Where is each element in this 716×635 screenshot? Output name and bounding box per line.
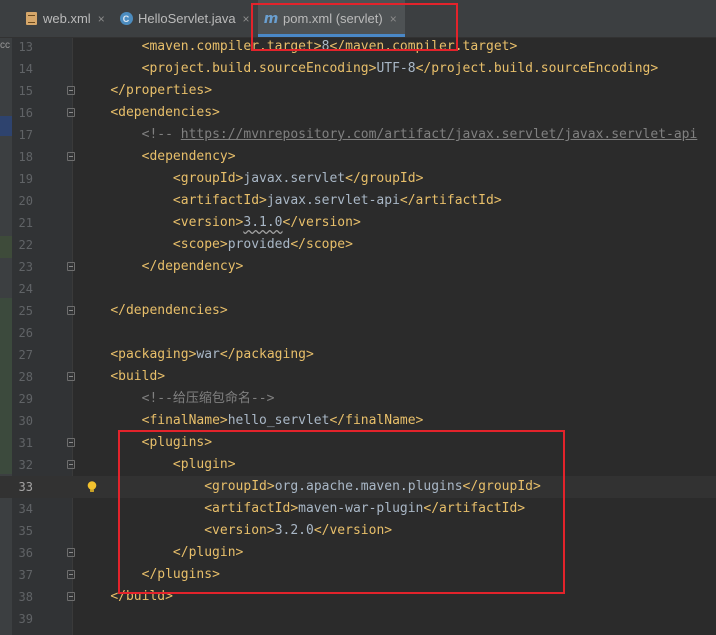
code-line[interactable]: 23 </dependency> [0, 256, 716, 278]
line-number: 37 [18, 568, 33, 582]
line-number: 33 [18, 480, 33, 494]
line-number: 18 [18, 150, 33, 164]
code-line[interactable]: 25 </dependencies> [0, 300, 716, 322]
code-text: <scope>provided</scope> [172, 237, 353, 252]
code-text: <!--给压缩包命名--> [141, 391, 275, 406]
code-line[interactable]: 26 [0, 322, 716, 344]
line-number: 27 [18, 348, 33, 362]
code-line[interactable]: 39 [0, 608, 716, 630]
fold-marker-icon[interactable] [67, 548, 75, 557]
annotation-box-tab [251, 3, 458, 51]
code-text: <groupId>javax.servlet</groupId> [172, 171, 424, 186]
line-number: 14 [18, 62, 33, 76]
code-text: <version>3.1.0</version> [172, 215, 361, 230]
code-text: </dependencies> [110, 303, 228, 318]
code-line[interactable]: 20 <artifactId>javax.servlet-api</artifa… [0, 190, 716, 212]
code-line[interactable]: 16 <dependencies> [0, 102, 716, 124]
code-text: </properties> [110, 83, 213, 98]
code-text: </dependency> [141, 259, 244, 274]
line-number: 23 [18, 260, 33, 274]
code-line[interactable]: 17 <!-- https://mvnrepository.com/artifa… [0, 124, 716, 146]
java-class-icon: C [119, 12, 133, 26]
line-number: 20 [18, 194, 33, 208]
tab-label: HelloServlet.java [138, 11, 236, 26]
code-line[interactable]: 22 <scope>provided</scope> [0, 234, 716, 256]
code-text: <!-- https://mvnrepository.com/artifact/… [141, 127, 698, 142]
code-text: <finalName>hello_servlet</finalName> [141, 413, 424, 428]
fold-marker-icon[interactable] [67, 262, 75, 271]
code-line[interactable]: 18 <dependency> [0, 146, 716, 168]
fold-marker-icon[interactable] [67, 438, 75, 447]
code-text: <packaging>war</packaging> [110, 347, 314, 362]
annotation-box-plugins [118, 430, 565, 594]
tab-helloservlet-java[interactable]: C HelloServlet.java × [119, 0, 250, 37]
close-tab-icon[interactable]: × [243, 12, 250, 26]
code-line[interactable]: 14 <project.build.sourceEncoding>UTF-8</… [0, 58, 716, 80]
code-line[interactable]: 15 </properties> [0, 80, 716, 102]
code-line[interactable]: 29 <!--给压缩包命名--> [0, 388, 716, 410]
line-number: 26 [18, 326, 33, 340]
line-number: 32 [18, 458, 33, 472]
fold-marker-icon[interactable] [67, 460, 75, 469]
code-text: <project.build.sourceEncoding>UTF-8</pro… [141, 61, 659, 76]
code-line[interactable]: 19 <groupId>javax.servlet</groupId> [0, 168, 716, 190]
tab-web-xml[interactable]: web.xml × [24, 0, 105, 37]
line-number: 39 [18, 612, 33, 626]
fold-marker-icon[interactable] [67, 306, 75, 315]
line-number: 30 [18, 414, 33, 428]
line-number: 25 [18, 304, 33, 318]
code-text: <dependencies> [110, 105, 220, 120]
line-number: 29 [18, 392, 33, 406]
code-line[interactable]: 28 <build> [0, 366, 716, 388]
line-number: 16 [18, 106, 33, 120]
code-line[interactable]: 21 <version>3.1.0</version> [0, 212, 716, 234]
code-line[interactable]: 27 <packaging>war</packaging> [0, 344, 716, 366]
line-number: 13 [18, 40, 33, 54]
tab-label: web.xml [43, 11, 91, 26]
line-number: 21 [18, 216, 33, 230]
code-text: <build> [110, 369, 166, 384]
xml-file-icon [24, 12, 38, 26]
line-number: 19 [18, 172, 33, 186]
line-number: 28 [18, 370, 33, 384]
line-number: 38 [18, 590, 33, 604]
line-number: 35 [18, 524, 33, 538]
line-number: 34 [18, 502, 33, 516]
code-text: <artifactId>javax.servlet-api</artifactI… [172, 193, 502, 208]
fold-marker-icon[interactable] [67, 86, 75, 95]
code-line[interactable]: 30 <finalName>hello_servlet</finalName> [0, 410, 716, 432]
fold-marker-icon[interactable] [67, 592, 75, 601]
code-text: <dependency> [141, 149, 236, 164]
fold-marker-icon[interactable] [67, 570, 75, 579]
line-number: 31 [18, 436, 33, 450]
line-number: 22 [18, 238, 33, 252]
line-number: 17 [18, 128, 33, 142]
line-number: 24 [18, 282, 33, 296]
fold-marker-icon[interactable] [67, 108, 75, 117]
line-number: 36 [18, 546, 33, 560]
close-tab-icon[interactable]: × [98, 12, 105, 26]
fold-marker-icon[interactable] [67, 152, 75, 161]
code-line[interactable]: 24 [0, 278, 716, 300]
fold-marker-icon[interactable] [67, 372, 75, 381]
line-number: 15 [18, 84, 33, 98]
